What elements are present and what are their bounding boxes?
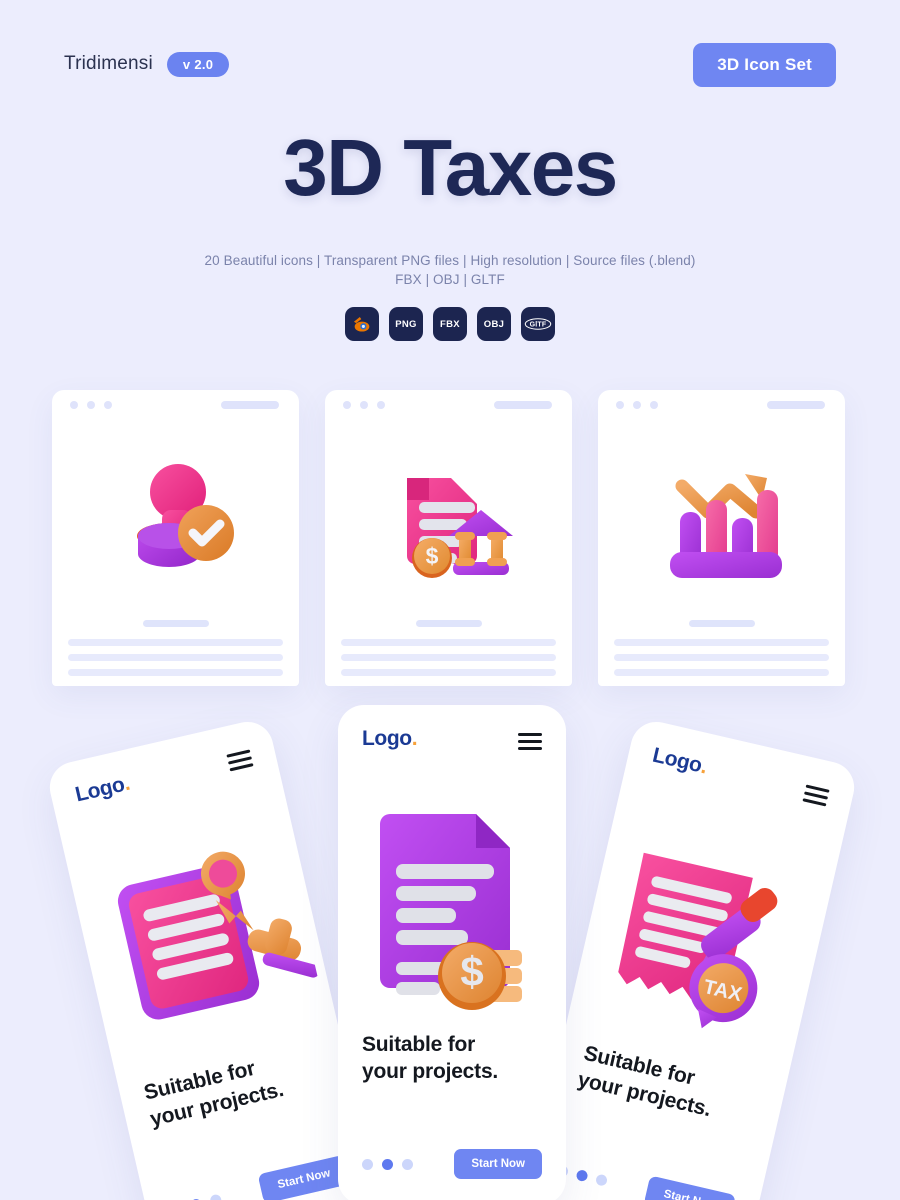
window-dots-icon <box>343 401 385 409</box>
fbx-badge-icon[interactable]: FBX <box>433 307 467 341</box>
preview-card-growth-chart[interactable] <box>598 390 845 686</box>
format-badges: PNG FBX OBJ GlTF <box>0 307 900 341</box>
page-title: 3D Taxes <box>283 123 618 212</box>
pagination-dots[interactable] <box>170 1193 223 1200</box>
card-text-placeholder <box>598 620 845 676</box>
svg-text:$: $ <box>460 948 483 995</box>
hamburger-menu-icon[interactable] <box>518 733 542 754</box>
blender-icon[interactable] <box>345 307 379 341</box>
stamp-approved-icon <box>52 420 299 620</box>
start-now-button[interactable]: Start Now <box>643 1175 737 1200</box>
brand-name: Tridimensi <box>64 53 153 74</box>
phone-mockup-right[interactable]: Logo. TAX Suitable for your projects. <box>524 716 860 1200</box>
version-badge: v 2.0 <box>166 51 230 77</box>
hero-subtitle: 20 Beautiful icons | Transparent PNG fil… <box>0 252 900 290</box>
icon-set-button[interactable]: 3D Icon Set <box>693 43 836 87</box>
invoice-coin-icon: $ <box>338 771 566 1039</box>
preview-cards: $ <box>0 390 900 690</box>
start-now-button[interactable]: Start Now <box>257 1154 351 1200</box>
brand: Tridimensi v 2.0 <box>64 44 230 84</box>
hero-subtitle-line1: 20 Beautiful icons | Transparent PNG fil… <box>204 253 696 268</box>
preview-card-tax-document[interactable]: $ <box>325 390 572 686</box>
phone-footer: Start Now <box>554 1155 737 1200</box>
tax-document-bank-icon: $ <box>325 420 572 620</box>
window-dots-icon <box>70 401 112 409</box>
png-badge-icon[interactable]: PNG <box>389 307 423 341</box>
obj-badge-icon[interactable]: OBJ <box>477 307 511 341</box>
logo: Logo. <box>362 727 418 750</box>
pagination-dots[interactable] <box>362 1158 413 1170</box>
address-bar-placeholder <box>767 401 825 409</box>
hero-subtitle-line2: FBX | OBJ | GLTF <box>395 271 505 287</box>
phone-mockups: Logo. Suitable for your projects. Start … <box>0 690 900 1200</box>
phone-mockup-center[interactable]: Logo. $ Suitable for your projects. Star… <box>338 705 566 1200</box>
svg-text:$: $ <box>425 543 438 569</box>
phone-mockup-left[interactable]: Logo. Suitable for your projects. Start … <box>44 716 380 1200</box>
phone-footer: Start Now <box>362 1149 542 1179</box>
start-now-button[interactable]: Start Now <box>454 1149 542 1179</box>
hero: 3D Taxes 20 Beautiful icons | Transparen… <box>0 128 900 290</box>
logo: Logo. <box>73 771 132 807</box>
growth-chart-icon <box>598 420 845 620</box>
poster-page: Tridimensi v 2.0 3D Icon Set 3D Taxes 20… <box>0 0 900 1200</box>
hamburger-menu-icon[interactable] <box>226 749 254 775</box>
top-bar: Tridimensi v 2.0 3D Icon Set <box>0 43 900 87</box>
certificate-gavel-icon <box>60 781 342 1093</box>
phone-footer: Start Now <box>168 1154 351 1200</box>
logo: Logo. <box>650 743 710 779</box>
gltf-badge-icon[interactable]: GlTF <box>521 307 555 341</box>
svg-text:GlTF: GlTF <box>530 322 547 329</box>
address-bar-placeholder <box>494 401 552 409</box>
caption-line-1: Suitable for <box>362 1033 476 1056</box>
phone-caption: Suitable for your projects. <box>362 1032 498 1086</box>
hamburger-menu-icon[interactable] <box>802 784 830 811</box>
address-bar-placeholder <box>221 401 279 409</box>
card-browser-bar <box>325 390 572 420</box>
caption-line-2: your projects. <box>362 1059 499 1083</box>
card-browser-bar <box>52 390 299 420</box>
card-text-placeholder <box>52 620 299 676</box>
card-browser-bar <box>598 390 845 420</box>
card-text-placeholder <box>325 620 572 676</box>
phone-header: Logo. <box>338 705 566 771</box>
preview-card-stamp[interactable] <box>52 390 299 686</box>
window-dots-icon <box>616 401 658 409</box>
